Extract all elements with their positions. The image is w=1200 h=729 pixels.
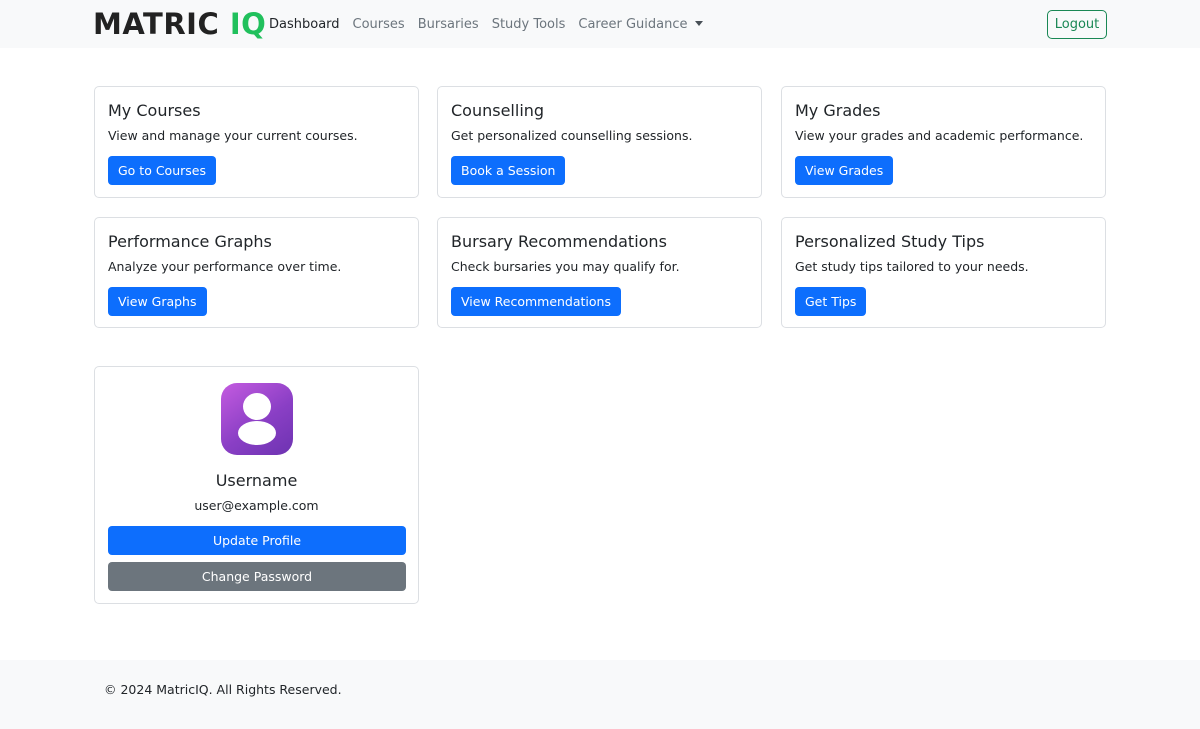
book-session-button[interactable]: Book a Session (451, 156, 566, 185)
card-title: My Grades (795, 101, 881, 120)
nav-dropdown-career-guidance[interactable]: Career Guidance (578, 14, 703, 36)
card-text: View and manage your current courses. (108, 128, 358, 143)
avatar-body (238, 421, 276, 445)
go-to-courses-button[interactable]: Go to Courses (108, 156, 216, 185)
card-study-tips: Personalized Study Tips Get study tips t… (781, 217, 1106, 328)
nav-dropdown-label: Career Guidance (578, 17, 688, 32)
card-my-courses: My Courses View and manage your current … (94, 86, 419, 198)
brand-text-matric: MATRIC (93, 7, 220, 41)
view-recommendations-button[interactable]: View Recommendations (451, 287, 621, 316)
nav-link-courses[interactable]: Courses (353, 14, 405, 36)
view-graphs-button[interactable]: View Graphs (108, 287, 207, 316)
card-text: Check bursaries you may qualify for. (451, 259, 680, 274)
change-password-button[interactable]: Change Password (108, 562, 406, 591)
card-title: My Courses (108, 101, 201, 120)
get-tips-button[interactable]: Get Tips (795, 287, 867, 316)
footer-copyright: © 2024 MatricIQ. All Rights Reserved. (104, 682, 342, 697)
card-counselling: Counselling Get personalized counselling… (437, 86, 762, 198)
caret-down-icon (694, 21, 703, 26)
card-title: Bursary Recommendations (451, 232, 667, 251)
nav-link-study-tools[interactable]: Study Tools (492, 14, 566, 36)
logout-button[interactable]: Logout (1047, 10, 1107, 39)
card-text: Analyze your performance over time. (108, 259, 342, 274)
card-bursary-recommendations: Bursary Recommendations Check bursaries … (437, 217, 762, 328)
brand-text-iq: IQ (229, 7, 267, 41)
avatar-user-icon (221, 383, 293, 455)
card-title: Counselling (451, 101, 545, 120)
card-my-grades: My Grades View your grades and academic … (781, 86, 1106, 198)
card-text: Get study tips tailored to your needs. (795, 259, 1029, 274)
card-title: Personalized Study Tips (795, 232, 985, 251)
profile-username: Username (215, 471, 298, 490)
avatar-head (243, 393, 271, 420)
profile-email: user@example.com (194, 498, 319, 513)
view-grades-button[interactable]: View Grades (795, 156, 894, 185)
nav-link-dashboard[interactable]: Dashboard (269, 14, 340, 36)
profile-card: Username user@example.com Update Profile… (94, 366, 419, 604)
card-text: View your grades and academic performanc… (795, 128, 1084, 143)
navbar: MATRIC IQ Dashboard Courses Bursaries St… (0, 0, 1200, 48)
card-title: Performance Graphs (108, 232, 272, 251)
card-text: Get personalized counselling sessions. (451, 128, 693, 143)
card-performance-graphs: Performance Graphs Analyze your performa… (94, 217, 419, 328)
nav-link-bursaries[interactable]: Bursaries (418, 14, 479, 36)
nav-links: Dashboard Courses Bursaries Study Tools … (269, 14, 716, 36)
footer: © 2024 MatricIQ. All Rights Reserved. (0, 660, 1200, 729)
update-profile-button[interactable]: Update Profile (108, 526, 406, 555)
brand-logo[interactable]: MATRIC IQ (93, 6, 266, 42)
